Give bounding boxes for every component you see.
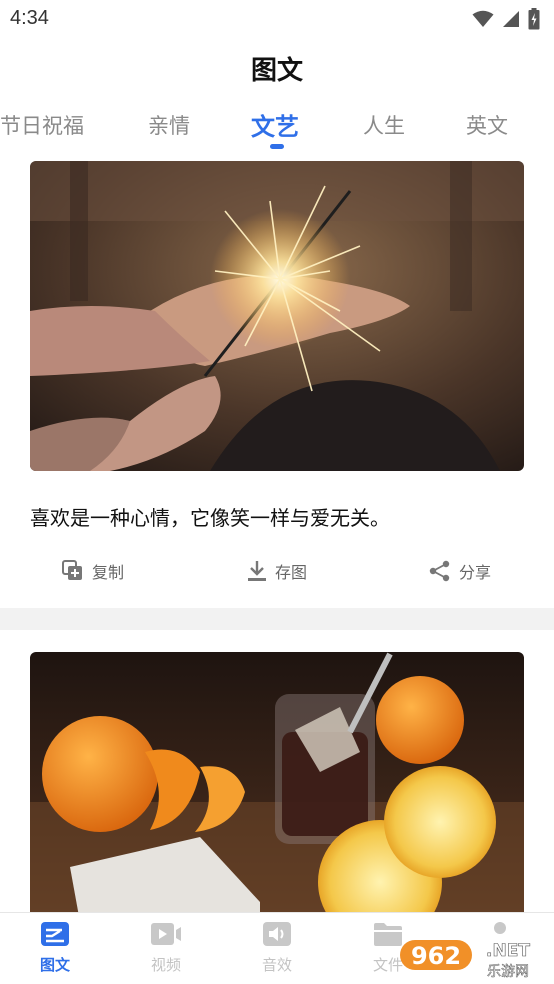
video-icon — [151, 923, 181, 945]
post-card: 喜欢是一种心情，它像笑一样与爱无关。 复制 存图 分享 — [0, 160, 554, 608]
tab-festival-wishes[interactable]: 节日祝福 — [0, 110, 84, 140]
tab-english[interactable]: 英文 — [466, 110, 508, 140]
status-bar: 4:34 — [0, 0, 554, 38]
battery-icon — [528, 8, 540, 30]
nav-item-sound-effects[interactable]: 音效 — [247, 921, 307, 975]
share-icon — [429, 560, 450, 582]
oranges-tea-photo[interactable] — [30, 652, 524, 922]
watermark-logo: 962 .NET 乐游网 — [400, 940, 531, 980]
post-text: 喜欢是一种心情，它像笑一样与爱无关。 — [30, 506, 390, 530]
svg-text:乐游网: 乐游网 — [487, 964, 529, 980]
nav-item-graphics[interactable]: 图文 — [25, 921, 85, 975]
save-image-button[interactable]: 存图 — [247, 551, 307, 591]
active-tab-indicator — [270, 144, 284, 149]
post-card — [0, 630, 554, 922]
download-icon — [248, 561, 266, 581]
share-button[interactable]: 分享 — [429, 551, 491, 591]
wifi-icon — [472, 10, 494, 27]
svg-text:.NET: .NET — [486, 941, 530, 961]
copy-icon — [62, 560, 82, 580]
tab-family[interactable]: 亲情 — [148, 110, 190, 140]
card-divider — [0, 608, 554, 630]
tab-literary[interactable]: 文艺 — [251, 107, 299, 142]
category-tabs: 节日祝福 亲情 文艺 人生 英文 — [0, 104, 554, 152]
tab-life[interactable]: 人生 — [363, 110, 405, 140]
copy-label: 复制 — [92, 563, 125, 582]
image-text-icon — [41, 922, 69, 946]
sparkler-photo[interactable] — [30, 161, 524, 471]
signal-icon — [503, 11, 519, 27]
svg-text:962: 962 — [411, 942, 461, 970]
save-image-label: 存图 — [275, 563, 308, 582]
nav-label-graphics: 图文 — [39, 956, 70, 974]
speaker-icon — [263, 922, 291, 946]
page-title: 图文 — [250, 56, 303, 86]
copy-button[interactable]: 复制 — [62, 551, 124, 591]
nav-label-video: 视频 — [150, 956, 181, 974]
status-icons — [472, 8, 540, 30]
nav-label-sound-effects: 音效 — [261, 956, 292, 974]
share-label: 分享 — [459, 563, 492, 582]
post-actions: 复制 存图 分享 — [0, 551, 554, 591]
status-time: 4:34 — [10, 7, 49, 29]
nav-item-video[interactable]: 视频 — [136, 921, 196, 975]
